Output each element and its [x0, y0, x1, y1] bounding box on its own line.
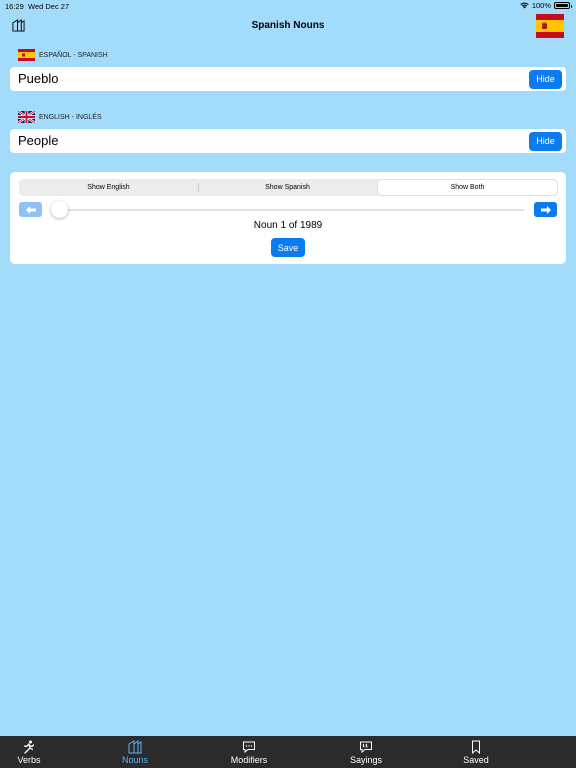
battery-icon: [554, 2, 572, 9]
previous-button[interactable]: [19, 202, 42, 217]
chat-bubble-icon: [243, 741, 255, 754]
status-indicators: 100%: [520, 1, 572, 10]
tab-label: Saved: [463, 755, 489, 765]
spanish-language-label: ESPAÑOL - SPANISH: [18, 49, 108, 61]
spanish-label-text: ESPAÑOL - SPANISH: [39, 51, 108, 59]
nouns-icon: [128, 740, 142, 754]
tab-verbs[interactable]: Verbs: [14, 736, 44, 768]
status-bar: 16:29 Wed Dec 27 100%: [0, 0, 576, 12]
spain-flag-icon[interactable]: [536, 14, 564, 38]
tab-sayings[interactable]: Sayings: [346, 736, 386, 768]
battery-percent: 100%: [531, 1, 551, 10]
quote-bubble-icon: [360, 741, 372, 754]
status-date: Wed Dec 27: [28, 2, 70, 11]
english-language-label: ENGLISH - INGLÉS: [18, 111, 102, 123]
noun-slider-thumb[interactable]: [51, 201, 68, 218]
spanish-word-card: Pueblo Hide: [10, 67, 566, 91]
spanish-word: Pueblo: [18, 71, 59, 86]
english-word: People: [18, 133, 59, 148]
segment-show-both[interactable]: Show Both: [378, 180, 557, 195]
uk-flag-icon: [18, 111, 35, 123]
english-word-card: People Hide: [10, 129, 566, 153]
hide-spanish-button[interactable]: Hide: [529, 69, 562, 89]
tab-label: Nouns: [121, 755, 148, 765]
tab-label: Modifiers: [230, 755, 268, 765]
bookmark-icon: [472, 740, 480, 754]
hide-english-button[interactable]: Hide: [529, 131, 562, 151]
spain-flag-icon: [18, 49, 35, 61]
tab-label: Verbs: [17, 755, 41, 765]
next-button[interactable]: [534, 202, 557, 217]
noun-counter: Noun 1 of 1989: [253, 220, 323, 231]
arrow-left-icon: [25, 205, 36, 214]
tab-label: Sayings: [349, 755, 383, 765]
save-button[interactable]: Save: [271, 238, 305, 257]
controls-card: Show English Show Spanish Show Both Noun…: [10, 172, 566, 264]
noun-slider-track[interactable]: [58, 209, 524, 211]
segment-show-english[interactable]: Show English: [19, 179, 198, 196]
arrow-right-icon: [540, 205, 551, 214]
runner-icon: [23, 740, 35, 754]
nav-bar: Spanish Nouns: [0, 12, 576, 42]
wifi-icon: [520, 2, 529, 9]
tab-modifiers[interactable]: Modifiers: [226, 736, 272, 768]
tab-bar: Verbs Nouns Modifiers Sayings Saved: [0, 736, 576, 768]
english-label-text: ENGLISH - INGLÉS: [39, 113, 102, 121]
page-title: Spanish Nouns: [251, 20, 325, 31]
display-mode-segmented-control: Show English Show Spanish Show Both: [19, 179, 558, 196]
status-time: 16:29: [5, 2, 24, 11]
tab-saved[interactable]: Saved: [461, 736, 491, 768]
tab-nouns[interactable]: Nouns: [118, 736, 152, 768]
segment-show-spanish[interactable]: Show Spanish: [198, 179, 377, 196]
